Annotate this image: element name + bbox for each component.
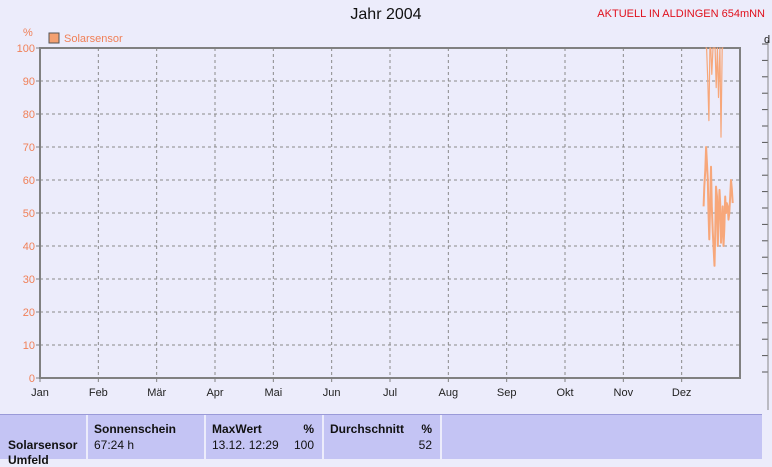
legend-swatch-icon: [48, 32, 60, 44]
x-tick-label: Mär: [147, 387, 166, 399]
sunshine-header: Sonnenschein: [94, 422, 177, 436]
y-tick-label: 20: [23, 307, 35, 319]
y-tick-label: 80: [23, 109, 35, 121]
x-tick-label: Apr: [206, 387, 223, 399]
average-header: Durchschnitt: [330, 422, 405, 436]
x-tick-labels: Jan Feb Mär Apr Mai Jun Jul Aug Sep Okt Nov Dez: [31, 387, 691, 399]
right-axis: [762, 40, 769, 410]
x-tick-label: Jun: [323, 387, 341, 399]
y-tick-labels: 0 10 20 30 40 50 60 70 80 90 100: [17, 43, 35, 385]
x-tick-label: Dez: [672, 387, 692, 399]
average-value: 52: [418, 438, 432, 452]
chart: 0 10 20 30 40 50 60 70 80 90 100 Jan Feb Mär Apr Mai Ju…: [17, 27, 770, 410]
max-value: 100: [293, 438, 314, 452]
y-tick-label: 10: [23, 340, 35, 352]
average-unit: %: [421, 422, 432, 436]
x-tick-label: Jan: [31, 387, 49, 399]
y-tick-label: 40: [23, 241, 35, 253]
y-tick-label: 0: [29, 373, 35, 385]
x-tick-label: Feb: [89, 387, 108, 399]
y-tick-label: 30: [23, 274, 35, 286]
x-tick-label: Sep: [497, 387, 517, 399]
stats-sensor-sublabel: Umfeld: [8, 453, 49, 467]
stats-max-cell: MaxWert % 13.12. 12:29 100: [206, 415, 324, 459]
stats-average-cell: Durchschnitt % 52: [324, 415, 442, 459]
stats-row-label-cell: Solarsensor Umfeld: [0, 415, 88, 467]
right-axis-label: d: [764, 34, 770, 46]
y-tick-label: 50: [23, 208, 35, 220]
series-line-segment: [702, 146, 734, 267]
x-tick-label: Jul: [383, 387, 397, 399]
x-tick-label: Nov: [614, 387, 634, 399]
x-tick-label: Mai: [264, 387, 282, 399]
y-tick-label: 70: [23, 142, 35, 154]
y-tick-label: 90: [23, 76, 35, 88]
legend-label: Solarsensor: [64, 33, 123, 45]
max-header: MaxWert: [212, 422, 262, 436]
legend: Solarsensor: [48, 32, 123, 45]
y-axis-label: %: [23, 27, 33, 39]
x-tick-label: Okt: [556, 387, 573, 399]
y-tick-label: 100: [17, 43, 35, 55]
max-unit: %: [303, 422, 314, 436]
max-time: 13.12. 12:29: [212, 438, 279, 452]
stats-sensor-label: Solarsensor: [8, 438, 78, 452]
series-line-segment: [705, 47, 724, 138]
series-lines: [702, 47, 734, 267]
stats-sunshine-cell: Sonnenschein 67:24 h: [88, 415, 206, 459]
stats-panel: Solarsensor Umfeld Sonnenschein 67:24 h …: [0, 414, 762, 467]
y-tick-label: 60: [23, 175, 35, 187]
sunshine-value: 67:24 h: [94, 438, 135, 452]
grid-lines: [36, 47, 740, 382]
x-tick-label: Aug: [439, 387, 459, 399]
